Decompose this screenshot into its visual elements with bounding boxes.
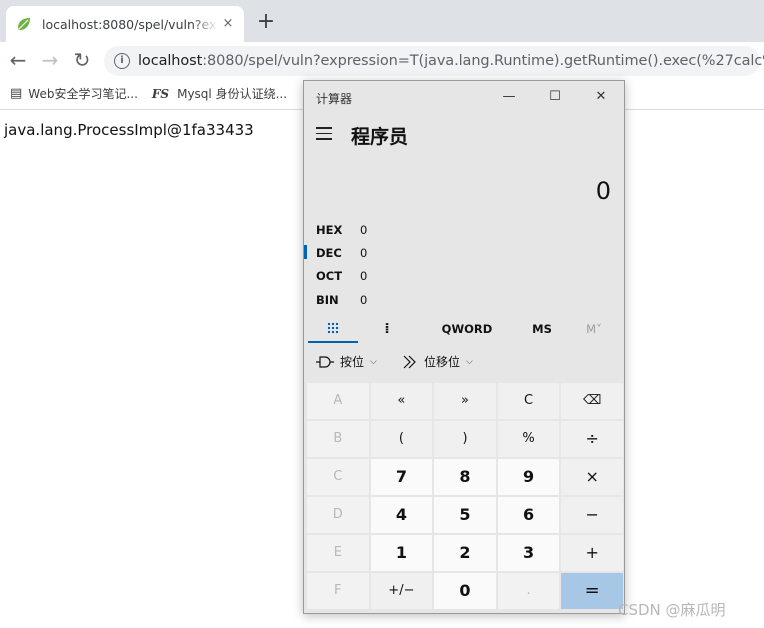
tab-title: localhost:8080/spel/vuln?expression=T(ja… xyxy=(42,16,218,32)
digit-6-key[interactable]: 6 xyxy=(497,497,560,533)
bit-toggle-icon: ⁞ xyxy=(384,321,390,337)
close-paren-key[interactable]: ) xyxy=(434,421,496,457)
bookmark-item[interactable]: FS Mysql 身份认证绕... xyxy=(152,85,287,102)
shift-left-key[interactable]: « xyxy=(370,383,433,419)
radix-value: 0 xyxy=(360,246,368,260)
back-button[interactable]: ← xyxy=(6,48,30,72)
clear-key[interactable]: C xyxy=(497,383,560,419)
bitwise-dropdown[interactable]: 按位 ⌵ xyxy=(316,353,377,370)
logic-gate-icon xyxy=(316,355,334,368)
radix-label: DEC xyxy=(316,246,342,260)
full-keypad-tab[interactable] xyxy=(308,317,358,343)
radix-value: 0 xyxy=(360,223,368,237)
fs-icon: FS xyxy=(151,86,170,101)
digit-5-key[interactable]: 5 xyxy=(434,497,496,533)
digit-4-key[interactable]: 4 xyxy=(370,497,433,533)
radix-bin[interactable]: BIN 0 xyxy=(304,289,624,311)
hex-f-key[interactable]: F xyxy=(307,573,369,609)
bitwise-label: 按位 xyxy=(340,355,365,369)
hex-b-key[interactable]: B xyxy=(307,421,369,457)
chevron-down-icon: ⌵ xyxy=(466,356,473,367)
bitshift-label: 位移位 xyxy=(424,355,461,369)
maximize-button[interactable]: ☐ xyxy=(540,85,570,109)
bit-toggle-tab[interactable]: ⁞ xyxy=(362,317,412,343)
hex-a-key[interactable]: A xyxy=(307,383,369,419)
digit-7-key[interactable]: 7 xyxy=(370,459,433,495)
bit-operations-row: 按位 ⌵ 位移位 ⌵ xyxy=(304,353,624,375)
memory-store-button[interactable]: MS xyxy=(522,317,562,343)
decimal-key[interactable]: . xyxy=(497,573,560,609)
selected-indicator xyxy=(304,245,307,259)
digit-1-key[interactable]: 1 xyxy=(370,535,433,571)
shift-right-key[interactable]: » xyxy=(434,383,496,419)
bookmark-item[interactable]: ▤ Web安全学习笔记... xyxy=(10,85,138,102)
result-display: 0 xyxy=(595,177,611,205)
keypad-grid-icon xyxy=(327,322,339,334)
book-icon: ▤ xyxy=(10,86,23,101)
mode-header: 程序员 xyxy=(304,117,624,153)
subtract-key[interactable]: − xyxy=(561,497,623,533)
calculator-window: 计算器 — ☐ ✕ 程序员 0 HEX 0 DEC 0 OCT 0 BIN 0 … xyxy=(303,80,625,614)
radix-value: 0 xyxy=(360,293,368,307)
new-tab-button[interactable]: + xyxy=(256,11,276,33)
bookmark-label: Web安全学习笔记... xyxy=(28,87,138,101)
hex-c-key[interactable]: C xyxy=(307,459,369,495)
forward-button[interactable]: → xyxy=(38,48,62,72)
digit-8-key[interactable]: 8 xyxy=(434,459,496,495)
tab-strip: localhost:8080/spel/vuln?expression=T(ja… xyxy=(0,0,764,42)
site-info-icon[interactable]: i xyxy=(114,53,130,69)
calculator-titlebar[interactable]: 计算器 — ☐ ✕ xyxy=(304,81,624,113)
digit-2-key[interactable]: 2 xyxy=(434,535,496,571)
radix-dec[interactable]: DEC 0 xyxy=(304,242,624,264)
equals-key[interactable]: = xyxy=(561,573,623,609)
digit-3-key[interactable]: 3 xyxy=(497,535,560,571)
negate-key[interactable]: +/− xyxy=(370,573,433,609)
menu-icon[interactable] xyxy=(316,127,332,140)
watermark-text: CSDN @麻瓜明 xyxy=(618,601,726,619)
backspace-key[interactable]: ⌫ xyxy=(561,383,623,419)
multiply-key[interactable]: × xyxy=(561,459,623,495)
minimize-button[interactable]: — xyxy=(494,85,524,109)
add-key[interactable]: + xyxy=(561,535,623,571)
radix-label: HEX xyxy=(316,223,343,237)
radix-oct[interactable]: OCT 0 xyxy=(304,265,624,287)
address-bar[interactable]: i localhost:8080/spel/vuln?expression=T(… xyxy=(104,46,764,76)
browser-tab[interactable]: localhost:8080/spel/vuln?expression=T(ja… xyxy=(6,6,244,42)
modulo-key[interactable]: % xyxy=(497,421,560,457)
keypad-controls: ⁞ QWORD MS M˅ xyxy=(304,317,624,343)
chevron-down-icon: ⌵ xyxy=(370,356,377,367)
bit-shift-icon xyxy=(403,355,416,368)
bookmark-label: Mysql 身份认证绕... xyxy=(177,87,288,101)
response-text: java.lang.ProcessImpl@1fa33433 xyxy=(4,121,254,139)
digit-9-key[interactable]: 9 xyxy=(497,459,560,495)
browser-toolbar: ← → ↻ i localhost:8080/spel/vuln?express… xyxy=(0,42,764,78)
close-button[interactable]: ✕ xyxy=(586,85,616,109)
url-text[interactable]: localhost:8080/spel/vuln?expression=T(ja… xyxy=(138,53,764,69)
memory-recall-button[interactable]: M˅ xyxy=(576,317,612,343)
radix-label: OCT xyxy=(316,269,343,283)
reload-button[interactable]: ↻ xyxy=(70,48,94,72)
hex-d-key[interactable]: D xyxy=(307,497,369,533)
radix-label: BIN xyxy=(316,293,339,307)
hex-e-key[interactable]: E xyxy=(307,535,369,571)
radix-value: 0 xyxy=(360,269,368,283)
digit-0-key[interactable]: 0 xyxy=(434,573,496,609)
window-title: 计算器 xyxy=(316,92,353,106)
calculator-keypad: A «» C ⌫ B()% ÷ C 7 8 9 × D 4 5 6− E 1 2 3 + F +/− 0. = xyxy=(307,383,623,609)
mode-title: 程序员 xyxy=(351,126,409,148)
word-size-button[interactable]: QWORD xyxy=(434,317,500,343)
bitshift-dropdown[interactable]: 位移位 ⌵ xyxy=(402,353,473,370)
url-path: :8080/spel/vuln?expression=T(java.lang.R… xyxy=(202,53,764,69)
url-host: localhost xyxy=(138,53,203,69)
tab-close-icon[interactable]: × xyxy=(220,16,236,32)
radix-hex[interactable]: HEX 0 xyxy=(304,219,624,241)
spring-leaf-icon xyxy=(18,18,30,30)
divide-key[interactable]: ÷ xyxy=(561,421,623,457)
open-paren-key[interactable]: ( xyxy=(370,421,433,457)
